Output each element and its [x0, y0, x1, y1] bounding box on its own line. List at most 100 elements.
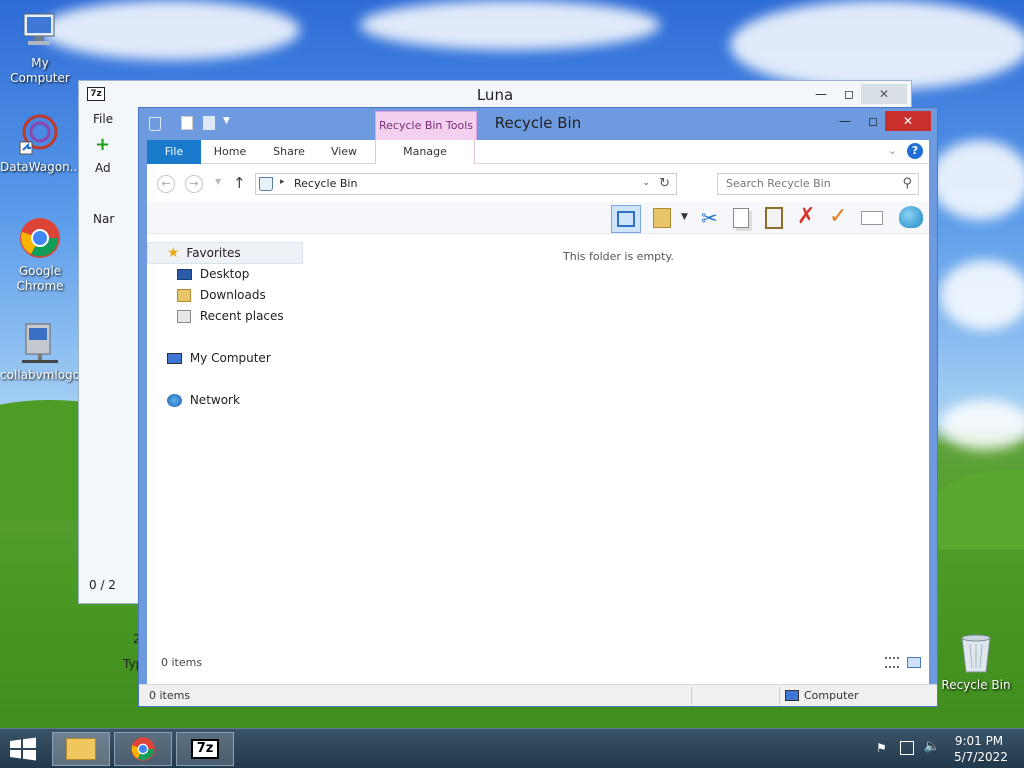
tab-home[interactable]: Home — [205, 140, 255, 164]
large-icons-view-icon[interactable] — [907, 657, 921, 668]
breadcrumb-separator-icon: ▸ — [280, 177, 285, 187]
search-icon: ⚲ — [902, 176, 912, 191]
network-status-icon[interactable] — [900, 741, 914, 755]
star-icon: ★ — [167, 245, 180, 261]
tab-manage[interactable]: Manage — [375, 140, 475, 164]
nav-downloads[interactable]: Downloads — [177, 285, 266, 305]
file-list-area[interactable]: This folder is empty. — [307, 234, 929, 652]
file-explorer-icon — [66, 738, 96, 760]
shell-icon[interactable] — [899, 206, 923, 228]
breadcrumb-recycle-bin[interactable]: Recycle Bin — [294, 177, 357, 190]
volume-muted-icon[interactable]: 🔈 — [924, 739, 940, 754]
window-title: Luna — [476, 86, 514, 104]
nav-my-computer[interactable]: My Computer — [167, 348, 271, 368]
window-title: Recycle Bin — [494, 114, 582, 132]
taskbar-file-explorer[interactable] — [52, 732, 110, 766]
desktop-icon-label: collabvmlogo — [0, 368, 81, 382]
status-divider — [779, 687, 780, 705]
tab-view[interactable]: View — [323, 140, 365, 164]
address-dropdown-icon[interactable]: ⌄ — [642, 178, 650, 188]
navigation-pane: ★ Favorites Desktop Downloads Recent pla… — [147, 234, 307, 652]
clock[interactable]: 9:01 PM 5/7/2022 — [954, 733, 1008, 765]
dropdown-arrow-icon[interactable]: ▼ — [681, 212, 688, 222]
preview-pane-icon[interactable] — [611, 205, 641, 233]
help-icon[interactable]: ? — [907, 143, 923, 159]
luna-toolbar-add[interactable]: Ad — [95, 161, 111, 175]
refresh-icon[interactable]: ↻ — [659, 176, 670, 191]
back-button[interactable]: ← — [157, 175, 175, 193]
desktop-icon-google-chrome[interactable]: Google Chrome — [0, 216, 80, 294]
recycle-bin-titlebar[interactable]: ▼ Recycle Bin Tools Recycle Bin — ◻ ✕ — [139, 108, 937, 141]
nav-label: Recent places — [199, 309, 284, 323]
sevenzip-icon: 7z — [191, 739, 219, 759]
item-count: 0 items — [161, 656, 203, 669]
up-arrow-icon[interactable]: ↑ — [233, 174, 246, 192]
status-item-count: 0 items — [149, 689, 191, 702]
taskbar-google-chrome[interactable] — [114, 732, 172, 766]
nav-desktop[interactable]: Desktop — [177, 264, 249, 284]
nav-favorites[interactable]: ★ Favorites — [167, 243, 241, 263]
desktop-icon-my-computer[interactable]: My Computer — [0, 8, 80, 86]
status-computer-icon — [785, 690, 799, 701]
close-button[interactable]: ✕ — [885, 111, 931, 131]
item-count-bar: 0 items — [147, 652, 929, 674]
minimize-button[interactable]: — — [807, 84, 835, 104]
status-bar: 0 items Computer — [139, 684, 937, 706]
address-bar[interactable]: ▸ Recycle Bin ⌄ ↻ — [255, 173, 677, 195]
start-button[interactable] — [8, 737, 38, 761]
delete-icon[interactable]: ✗ — [797, 204, 815, 229]
desktop-icon — [177, 269, 192, 280]
desktop-icon-recycle-bin[interactable]: Recycle Bin — [936, 630, 1016, 693]
network-computer-icon — [18, 320, 62, 364]
luna-column-name[interactable]: Nar — [93, 212, 114, 226]
maximize-button[interactable]: ◻ — [835, 84, 863, 104]
status-location: Computer — [804, 689, 859, 702]
nav-label: Network — [189, 393, 240, 407]
desktop-icon-datawagon[interactable]: DataWagon... — [0, 112, 82, 175]
datawagon-icon — [18, 112, 62, 156]
search-input[interactable]: Search Recycle Bin ⚲ — [717, 173, 919, 195]
taskbar: 7z ⚑ 🔈 9:01 PM 5/7/2022 — [0, 728, 1024, 768]
network-icon — [167, 394, 182, 407]
checkmark-icon[interactable]: ✓ — [829, 204, 847, 229]
windows-logo-icon — [10, 737, 36, 761]
tab-file[interactable]: File — [147, 140, 201, 164]
downloads-folder-icon — [177, 289, 191, 302]
computer-icon — [167, 353, 182, 364]
cut-icon[interactable]: ✂ — [701, 206, 718, 230]
ribbon-expand-icon[interactable]: ⌄ — [888, 144, 897, 157]
recycle-bin-window[interactable]: ▼ Recycle Bin Tools Recycle Bin — ◻ ✕ Fi… — [138, 107, 938, 707]
copy-icon[interactable] — [733, 208, 749, 228]
maximize-button[interactable]: ◻ — [859, 111, 887, 131]
folder-options-icon[interactable] — [653, 208, 671, 228]
taskbar-7zip[interactable]: 7z — [176, 732, 234, 766]
close-button[interactable]: ✕ — [861, 84, 907, 104]
nav-label: Desktop — [199, 267, 250, 281]
nav-label: Favorites — [186, 246, 241, 260]
forward-button[interactable]: → — [185, 175, 203, 193]
details-view-icon[interactable] — [885, 657, 899, 668]
properties-icon[interactable] — [861, 211, 883, 225]
status-divider — [691, 687, 692, 705]
recent-locations-chevron-icon[interactable]: ▼ — [215, 177, 221, 186]
paste-icon[interactable] — [765, 207, 783, 229]
luna-titlebar[interactable]: Luna — [79, 81, 911, 109]
nav-label: My Computer — [189, 351, 271, 365]
action-center-flag-icon[interactable]: ⚑ — [876, 741, 890, 755]
recycle-bin-icon — [954, 630, 998, 674]
nav-recent-places[interactable]: Recent places — [177, 306, 284, 326]
ribbon-tabs: File Home Share View Manage ⌄ ? — [147, 140, 929, 164]
minimize-button[interactable]: — — [831, 111, 859, 131]
luna-menu-file[interactable]: File — [93, 112, 113, 126]
command-toolbar: ▼ ✂ ✗ ✓ — [147, 202, 929, 234]
tab-share[interactable]: Share — [265, 140, 313, 164]
clock-time: 9:01 PM — [954, 734, 1004, 748]
desktop-icon-collabvmlogo[interactable]: collabvmlogo — [0, 320, 80, 383]
desktop-icon-label: Recycle Bin — [941, 678, 1011, 692]
add-icon[interactable]: + — [95, 136, 111, 154]
nav-network[interactable]: Network — [167, 390, 240, 410]
sevenzip-icon: 7z — [87, 87, 105, 101]
desktop-icon-label: DataWagon... — [0, 160, 82, 174]
empty-folder-message: This folder is empty. — [563, 250, 674, 263]
nav-label: Downloads — [199, 288, 266, 302]
